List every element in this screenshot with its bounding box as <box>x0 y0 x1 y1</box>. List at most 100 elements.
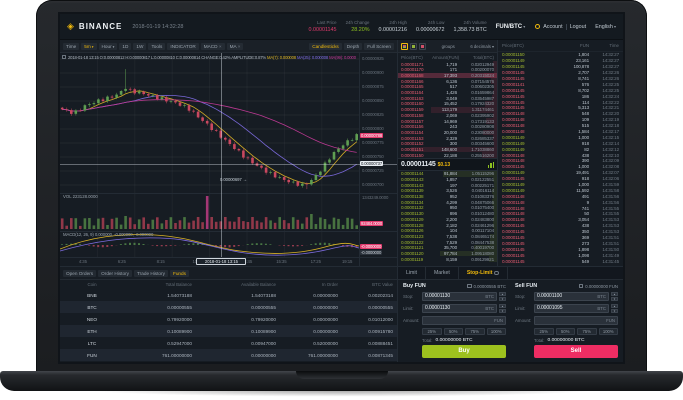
chart-toolbar-button[interactable]: Time <box>63 43 79 50</box>
ask-row[interactable]: 0.00001154 20,000 0.23080000 <box>398 130 497 136</box>
ask-row[interactable]: 0.00001163 3,049 0.03545987 <box>398 95 497 101</box>
ask-row[interactable]: 0.00001153 2,329 0.02685337 <box>398 135 497 141</box>
bid-row[interactable]: 0.00001139 3,526 0.04016114 <box>398 188 497 194</box>
chart-view-button[interactable]: Depth <box>344 43 363 50</box>
candlestick-chart[interactable]: 2018-01-18 13:15 O:0.00000812 H:0.000008… <box>60 53 397 266</box>
chart-toolbar-button[interactable]: 1W <box>133 43 146 50</box>
buy-amount-input[interactable]: FUN <box>422 316 506 326</box>
trade-row: 0.00001148 491 14:31:56 <box>498 193 623 199</box>
bid-row[interactable]: 0.00001126 104 0.00117104 <box>398 228 497 234</box>
language-selector[interactable]: English <box>595 24 616 30</box>
buy-button[interactable]: Buy <box>422 345 506 358</box>
trade-row: 0.00001148 741 14:31:55 <box>498 205 623 211</box>
ask-row[interactable]: 0.00001168 17,393 0.20315024 <box>398 73 497 79</box>
ticker-stat: 24h Change 28.20% <box>346 20 370 33</box>
ask-row[interactable]: 0.00001157 14,969 0.17319133 <box>398 118 497 124</box>
sell-percent-row: 25%50%75%100% <box>534 328 618 336</box>
ask-row[interactable]: 0.00001165 517 0.00602305 <box>398 84 497 90</box>
buy-percent-button[interactable]: 100% <box>487 328 507 336</box>
chart-toolbar-button[interactable]: 5m <box>81 43 96 50</box>
sell-button[interactable]: Sell <box>534 345 618 358</box>
trade-row: 0.00001141 576 14:32:25 <box>498 81 623 87</box>
chart-toolbar-button[interactable]: Tools <box>148 43 165 50</box>
order-type-tab[interactable]: Limit <box>398 267 426 279</box>
buy-stop-stepper[interactable]: ▴▾ <box>499 292 506 301</box>
funds-tab[interactable]: Order History <box>98 270 132 277</box>
buy-percent-button[interactable]: 50% <box>444 328 464 336</box>
chart-toolbar-button[interactable]: MA <box>227 43 244 50</box>
bid-row[interactable]: 0.00001138 952 0.01083376 <box>398 194 497 200</box>
bid-row[interactable]: 0.00001134 4,299 0.04875066 <box>398 199 497 205</box>
chart-toolbar-button[interactable]: INDICATOR <box>167 43 198 50</box>
ask-row[interactable]: 0.00001152 300 0.00345600 <box>398 141 497 147</box>
sell-limit-input[interactable]: 0.00001095 BTC <box>534 304 609 314</box>
ask-row[interactable]: 0.00001156 243 0.00280908 <box>398 124 497 130</box>
trade-row: 0.00001149 19,491 14:32:07 <box>498 170 623 176</box>
bid-row[interactable]: 0.00001130 896 0.01012480 <box>398 211 497 217</box>
last-price-row: 0.00001145 $0.13 <box>398 158 497 171</box>
order-type-tab[interactable]: Market <box>426 267 459 279</box>
funds-tab[interactable]: Trade History <box>134 270 168 277</box>
bid-row[interactable]: 0.00001123 7,538 0.08465174 <box>398 234 497 240</box>
bid-row[interactable]: 0.00001129 2,200 0.02483800 <box>398 217 497 223</box>
trade-row: 0.00001145 2,707 14:32:26 <box>498 70 623 76</box>
ask-row[interactable]: 0.00001164 1,426 0.01659864 <box>398 90 497 96</box>
buy-percent-button[interactable]: 75% <box>465 328 485 336</box>
buy-percent-button[interactable]: 25% <box>422 328 442 336</box>
sell-percent-button[interactable]: 25% <box>534 328 554 336</box>
ma-label: MA(7): 0.000008 <box>267 55 296 60</box>
pair-selector[interactable]: FUN/BTC <box>496 24 525 30</box>
buy-limit-input[interactable]: 0.00001130 BTC <box>422 304 497 314</box>
ask-row[interactable]: 0.00001166 6,136 0.07154576 <box>398 78 497 84</box>
sell-percent-button[interactable]: 100% <box>599 328 619 336</box>
chart-toolbar-button[interactable]: Hour <box>99 43 118 50</box>
sell-limit-stepper[interactable]: ▴▾ <box>611 304 618 313</box>
logout-link[interactable]: Logout <box>570 24 587 30</box>
bid-row[interactable]: 0.00001122 7,529 0.08447538 <box>398 239 497 245</box>
bid-row[interactable]: 0.00001121 35,700 0.40019700 <box>398 245 497 251</box>
ask-row[interactable]: 0.00001160 15,452 0.17924320 <box>398 101 497 107</box>
laptop-notch <box>296 371 388 379</box>
bid-row[interactable]: 0.00001120 97,784 1.09518080 <box>398 251 497 257</box>
book-mode-sells-icon[interactable] <box>419 43 426 50</box>
depth-signal-icon[interactable] <box>488 162 495 168</box>
bid-row[interactable]: 0.00001143 197 0.00225171 <box>398 182 497 188</box>
trade-row: 0.00001145 918 14:32:06 <box>498 176 623 182</box>
bid-row[interactable]: 0.00001132 950 0.01075400 <box>398 205 497 211</box>
ask-row[interactable]: 0.00001151 148,600 1.71038860 <box>398 147 497 153</box>
ask-row[interactable]: 0.00001170 171 0.00200070 <box>398 67 497 73</box>
ask-row[interactable]: 0.00001159 113,179 1.31174461 <box>398 107 497 113</box>
decimals-selector[interactable]: 6 decimals <box>470 44 494 49</box>
sell-stop-input[interactable]: 0.00001100 BTC <box>534 292 609 302</box>
book-mode-both-icon[interactable] <box>401 43 408 50</box>
buy-stop-input[interactable]: 0.00001130 BTC <box>422 292 497 302</box>
bid-row[interactable]: 0.00001143 1,857 0.02122551 <box>398 177 497 183</box>
bid-row[interactable]: 0.00001119 8,159 0.09129921 <box>398 256 497 262</box>
book-mode-buys-icon[interactable] <box>410 43 417 50</box>
chart-view-button[interactable]: Candlesticks <box>309 43 342 50</box>
account-link[interactable]: Account <box>543 24 562 30</box>
funds-tab[interactable]: Funds <box>170 270 189 277</box>
sell-amount-input[interactable]: FUN <box>534 316 618 326</box>
chart-panel: Time5mHour1D1WToolsINDICATORMACDMA Candl… <box>60 40 397 266</box>
ask-row[interactable]: 0.00001158 2,069 0.02395902 <box>398 113 497 119</box>
chart-toolbar-button[interactable]: 1D <box>119 43 131 50</box>
order-type-tab[interactable]: Stop-Limit <box>459 267 508 279</box>
ma-label: MA(25): 0.000008 <box>296 55 328 60</box>
chart-view-button[interactable]: Full Screen <box>364 43 394 50</box>
price-axis-label: 0.00000700 <box>362 182 384 187</box>
bid-row[interactable]: 0.00001128 2,182 0.02461296 <box>398 222 497 228</box>
ticker-stat: 24h Volume 1,358.73 BTC <box>453 20 486 33</box>
chart-toolbar-button[interactable]: MACD <box>201 43 225 50</box>
bid-row[interactable]: 0.00001144 91,884 1.05115296 <box>398 171 497 177</box>
funds-tab[interactable]: Open Orders <box>63 270 96 277</box>
sell-stop-stepper[interactable]: ▴▾ <box>611 292 618 301</box>
macd-tag: -0.0000000 <box>360 244 382 249</box>
ask-row[interactable]: 0.00001171 1,719 0.02012949 <box>398 61 497 67</box>
sell-percent-button[interactable]: 75% <box>577 328 597 336</box>
ask-row[interactable]: 0.00001150 22,188 0.25516200 <box>398 152 497 158</box>
divider <box>566 24 567 30</box>
camera-icon[interactable] <box>62 55 66 59</box>
sell-percent-button[interactable]: 50% <box>556 328 576 336</box>
buy-limit-stepper[interactable]: ▴▾ <box>499 304 506 313</box>
